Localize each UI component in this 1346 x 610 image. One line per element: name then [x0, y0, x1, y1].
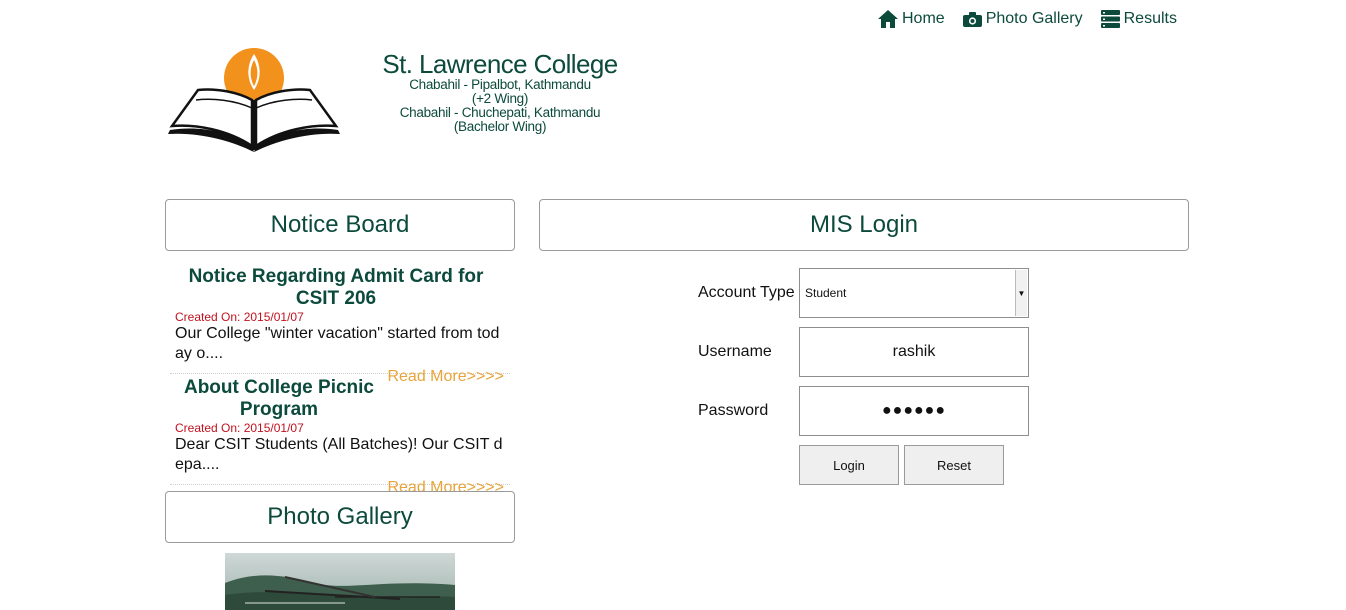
nav-results-label: Results	[1123, 10, 1177, 27]
form-buttons: Login Reset	[799, 445, 1004, 485]
notice-date: Created On: 2015/01/07	[175, 310, 304, 324]
notice-board-heading: Notice Board	[165, 199, 515, 251]
top-nav: Home Photo Gallery Results	[878, 10, 1177, 28]
notice-excerpt: Our College "winter vacation" started fr…	[175, 325, 500, 362]
camera-icon	[962, 11, 982, 27]
account-type-label: Account Type	[698, 284, 795, 301]
college-logo	[168, 48, 340, 152]
college-header: St. Lawrence College Chabahil - Pipalbot…	[378, 50, 622, 134]
notice-title[interactable]: About College Picnic Program	[170, 374, 396, 421]
photo-gallery-heading: Photo Gallery	[165, 491, 515, 543]
notice-excerpt: Dear CSIT Students (All Batches)! Our CS…	[175, 436, 503, 473]
password-row: Password ●●●●●●	[698, 386, 1029, 436]
mis-login-title: MIS Login	[809, 211, 919, 238]
address-line-3: Chabahil - Chuchepati, Kathmandu	[399, 105, 601, 120]
password-mask: ●●●●●●	[882, 402, 946, 419]
account-type-select[interactable]: Student ▼	[799, 268, 1029, 318]
account-type-row: Account Type Student ▼	[698, 268, 1029, 318]
nav-home-link[interactable]: Home	[878, 10, 945, 28]
chevron-down-icon[interactable]: ▼	[1015, 270, 1027, 316]
mis-login-heading: MIS Login	[539, 199, 1189, 251]
page: Home Photo Gallery Results St. Lawrence …	[0, 0, 1346, 610]
home-icon	[878, 10, 898, 28]
login-button[interactable]: Login	[799, 445, 899, 485]
list-icon	[1100, 10, 1120, 28]
photo-gallery-title: Photo Gallery	[267, 503, 413, 530]
college-name: St. Lawrence College	[382, 49, 618, 79]
address-line-2: (+2 Wing)	[471, 91, 529, 106]
username-input[interactable]	[799, 327, 1029, 377]
reset-button[interactable]: Reset	[904, 445, 1004, 485]
notice-date: Created On: 2015/01/07	[175, 421, 304, 435]
account-type-value: Student	[805, 286, 847, 300]
notice-title[interactable]: Notice Regarding Admit Card for CSIT 206	[170, 263, 510, 310]
gallery-photo[interactable]	[225, 553, 455, 610]
address-line-1: Chabahil - Pipalbot, Kathmandu	[409, 77, 591, 92]
password-label: Password	[698, 402, 769, 419]
username-label: Username	[698, 343, 772, 360]
notice-item: Notice Regarding Admit Card for CSIT 206…	[170, 263, 510, 385]
username-row: Username	[698, 327, 1029, 377]
notice-board-title: Notice Board	[270, 211, 410, 238]
address-line-4: (Bachelor Wing)	[453, 119, 547, 134]
nav-gallery-link[interactable]: Photo Gallery	[962, 10, 1083, 28]
notice-item: About College Picnic Program Created On:…	[170, 374, 510, 496]
nav-results-link[interactable]: Results	[1100, 10, 1177, 28]
password-input[interactable]: ●●●●●●	[799, 386, 1029, 436]
nav-gallery-label: Photo Gallery	[985, 10, 1083, 27]
nav-home-label: Home	[902, 10, 945, 27]
notice-list: Notice Regarding Admit Card for CSIT 206…	[170, 263, 510, 496]
